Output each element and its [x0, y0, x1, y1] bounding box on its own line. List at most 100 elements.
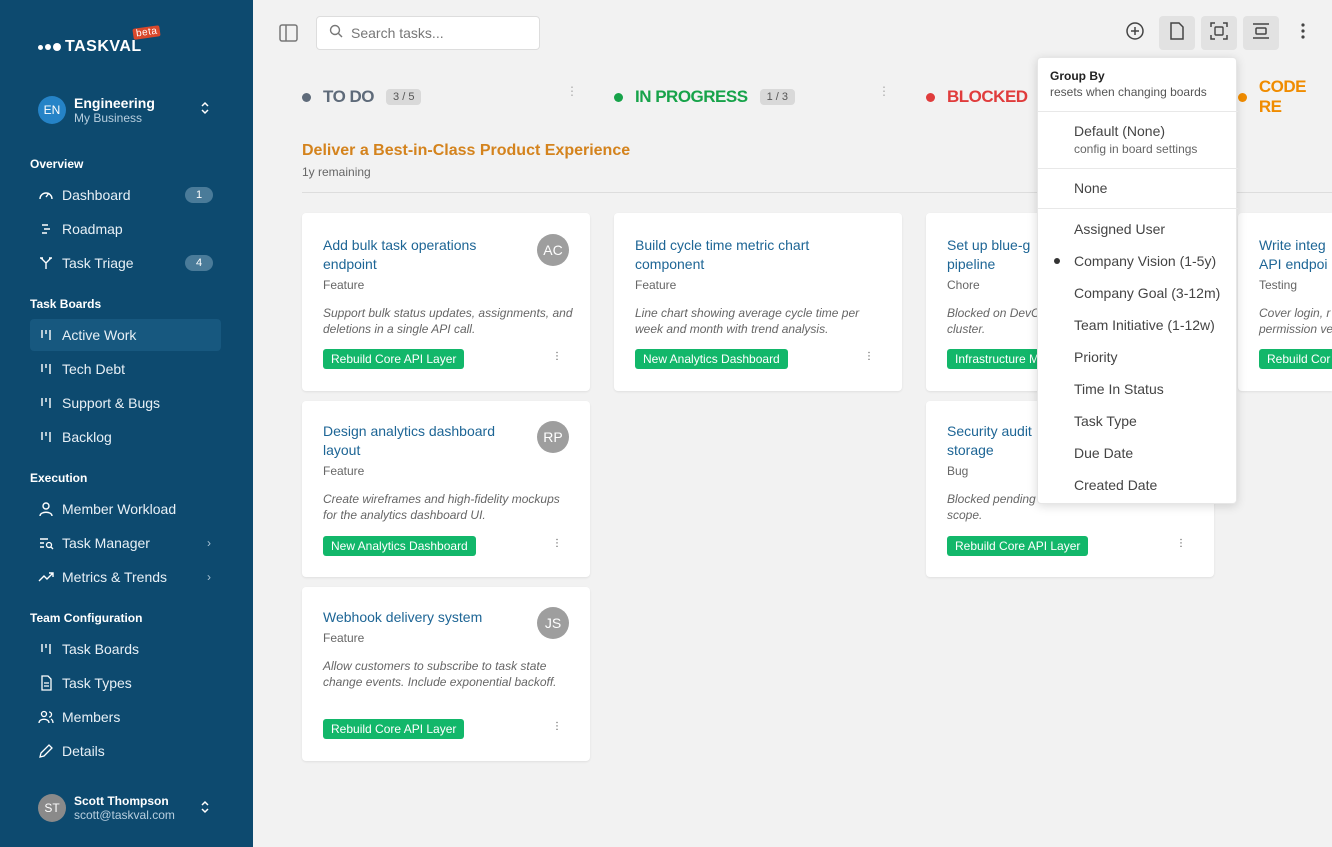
dropdown-divider	[1038, 111, 1238, 112]
group-option-none[interactable]: None	[1074, 180, 1107, 196]
search-input[interactable]	[351, 25, 521, 41]
column-menu-icon[interactable]: ⋮	[566, 85, 578, 97]
group-icon	[1252, 22, 1270, 45]
sidebar-toggle-icon[interactable]	[279, 24, 299, 42]
status-dot	[302, 92, 311, 102]
trend-up-icon	[38, 569, 54, 585]
column-header-in-progress: IN PROGRESS 1 / 3	[614, 86, 795, 108]
sidebar-item-tech-debt[interactable]: Tech Debt	[30, 353, 221, 385]
sidebar-item-task-manager[interactable]: Task Manager ›	[30, 527, 221, 559]
sidebar-item-task-types[interactable]: Task Types	[30, 667, 221, 699]
sidebar-item-backlog[interactable]: Backlog	[30, 421, 221, 453]
initiative-tag[interactable]: Rebuild Core API Layer	[323, 719, 465, 739]
initiative-tag[interactable]: Rebuild Core API Layer	[323, 349, 465, 369]
sidebar-item-task-boards[interactable]: Task Boards	[30, 633, 221, 665]
group-option-time-in-status[interactable]: Time In Status	[1074, 381, 1164, 397]
more-options-button[interactable]	[1285, 16, 1321, 50]
group-option-company-vision[interactable]: Company Vision (1-5y)	[1074, 253, 1216, 269]
card-menu-icon[interactable]: ⋮	[552, 539, 562, 549]
dropdown-subtitle: resets when changing boards	[1050, 85, 1207, 99]
card-menu-icon[interactable]: ⋮	[864, 352, 874, 362]
add-button[interactable]	[1117, 16, 1153, 50]
option-label: Default (None)	[1074, 123, 1166, 139]
column-title: TO DO	[323, 87, 375, 106]
card-menu-icon[interactable]: ⋮	[552, 352, 562, 362]
initiative-tag[interactable]: Rebuild Core API Layer	[947, 536, 1089, 556]
card-menu-icon[interactable]: ⋮	[1176, 539, 1186, 549]
group-title[interactable]: Deliver a Best-in-Class Product Experien…	[302, 142, 630, 160]
initiative-tag[interactable]: New Analytics Dashboard	[323, 536, 476, 556]
task-type: Bug	[947, 464, 969, 478]
org-name: Engineering	[74, 94, 155, 111]
task-title[interactable]: Webhook delivery system	[323, 608, 523, 627]
task-title[interactable]: Build cycle time metric chart component	[635, 236, 865, 274]
sidebar-item-label: Support & Bugs	[62, 395, 161, 411]
status-dot	[1238, 92, 1247, 102]
group-option-due-date[interactable]: Due Date	[1074, 445, 1133, 461]
focus-button[interactable]	[1201, 16, 1237, 50]
org-switcher[interactable]: EN Engineering My Business	[38, 93, 218, 127]
task-type: Testing	[1259, 278, 1298, 292]
document-button[interactable]	[1159, 16, 1195, 50]
group-option-priority[interactable]: Priority	[1074, 349, 1118, 365]
column-menu-icon[interactable]: ⋮	[878, 85, 890, 97]
users-icon	[38, 709, 54, 725]
file-icon	[1168, 21, 1186, 45]
task-title[interactable]: Write integ API endpoi	[1259, 236, 1331, 274]
app-logo[interactable]: TASKVAL beta	[38, 25, 162, 56]
task-title[interactable]: Set up blue-g pipeline	[947, 236, 1042, 274]
task-card[interactable]: Write integ API endpoi Testing Cover log…	[1238, 213, 1332, 391]
sidebar-item-details[interactable]: Details	[30, 735, 221, 767]
task-title[interactable]: Security audit storage	[947, 422, 1042, 460]
scan-icon	[1210, 21, 1228, 45]
sidebar-item-support-bugs[interactable]: Support & Bugs	[30, 387, 221, 419]
task-card[interactable]: Build cycle time metric chart component …	[614, 213, 902, 391]
task-title[interactable]: Add bulk task operations endpoint	[323, 236, 523, 274]
card-menu-icon[interactable]: ⋮	[552, 722, 562, 732]
search-box[interactable]	[316, 16, 540, 50]
beta-badge: beta	[132, 25, 162, 40]
plus-circle-icon	[1125, 21, 1145, 46]
initiative-tag[interactable]: Infrastructure M	[947, 349, 1048, 369]
task-type: Feature	[635, 278, 677, 292]
assignee-avatar[interactable]: RP	[537, 421, 569, 453]
task-title[interactable]: Design analytics dashboard layout	[323, 422, 523, 460]
column-title: IN PROGRESS	[635, 87, 748, 106]
user-menu[interactable]: ST Scott Thompson scott@taskval.com	[38, 792, 218, 824]
sidebar-item-task-triage[interactable]: Task Triage 4	[30, 247, 221, 279]
selected-bullet-icon	[1054, 258, 1060, 264]
group-option-task-type[interactable]: Task Type	[1074, 413, 1137, 429]
section-execution: Execution	[30, 471, 88, 485]
section-overview: Overview	[30, 157, 84, 171]
task-card[interactable]: Design analytics dashboard layout RP Fea…	[302, 401, 590, 577]
task-card[interactable]: Add bulk task operations endpoint AC Fea…	[302, 213, 590, 391]
assignee-avatar[interactable]: JS	[537, 607, 569, 639]
split-icon	[38, 255, 54, 271]
initiative-tag[interactable]: Rebuild Cor	[1259, 349, 1332, 369]
dropdown-title: Group By	[1050, 69, 1105, 83]
sidebar-item-member-workload[interactable]: Member Workload	[30, 493, 221, 525]
sidebar-item-label: Task Triage	[62, 255, 134, 271]
sidebar-item-dashboard[interactable]: Dashboard 1	[30, 179, 221, 211]
group-option-assigned-user[interactable]: Assigned User	[1074, 221, 1165, 237]
group-option-team-initiative[interactable]: Team Initiative (1-12w)	[1074, 317, 1215, 333]
assignee-avatar[interactable]: AC	[537, 234, 569, 266]
group-option-created-date[interactable]: Created Date	[1074, 477, 1157, 493]
task-card[interactable]: Webhook delivery system JS Feature Allow…	[302, 587, 590, 761]
sidebar-item-label: Member Workload	[62, 501, 177, 517]
sidebar-item-members[interactable]: Members	[30, 701, 221, 733]
column-title: CODE RE	[1258, 77, 1307, 116]
count-badge: 1	[185, 187, 213, 203]
sidebar-item-active-work[interactable]: Active Work	[30, 319, 221, 351]
user-avatar: ST	[38, 794, 66, 822]
initiative-tag[interactable]: New Analytics Dashboard	[635, 349, 788, 369]
sidebar-item-roadmap[interactable]: Roadmap	[30, 213, 221, 245]
column-count: 1 / 3	[759, 89, 795, 105]
sidebar-item-metrics-trends[interactable]: Metrics & Trends ›	[30, 561, 221, 593]
group-option-company-goal[interactable]: Company Goal (3-12m)	[1074, 285, 1220, 301]
kanban-icon	[38, 361, 54, 377]
group-by-button[interactable]	[1243, 16, 1279, 50]
section-task-boards: Task Boards	[30, 297, 102, 311]
task-description: Blocked on DevC cluster.	[947, 306, 1040, 336]
group-option-default[interactable]: Default (None) config in board settings	[1074, 123, 1197, 156]
